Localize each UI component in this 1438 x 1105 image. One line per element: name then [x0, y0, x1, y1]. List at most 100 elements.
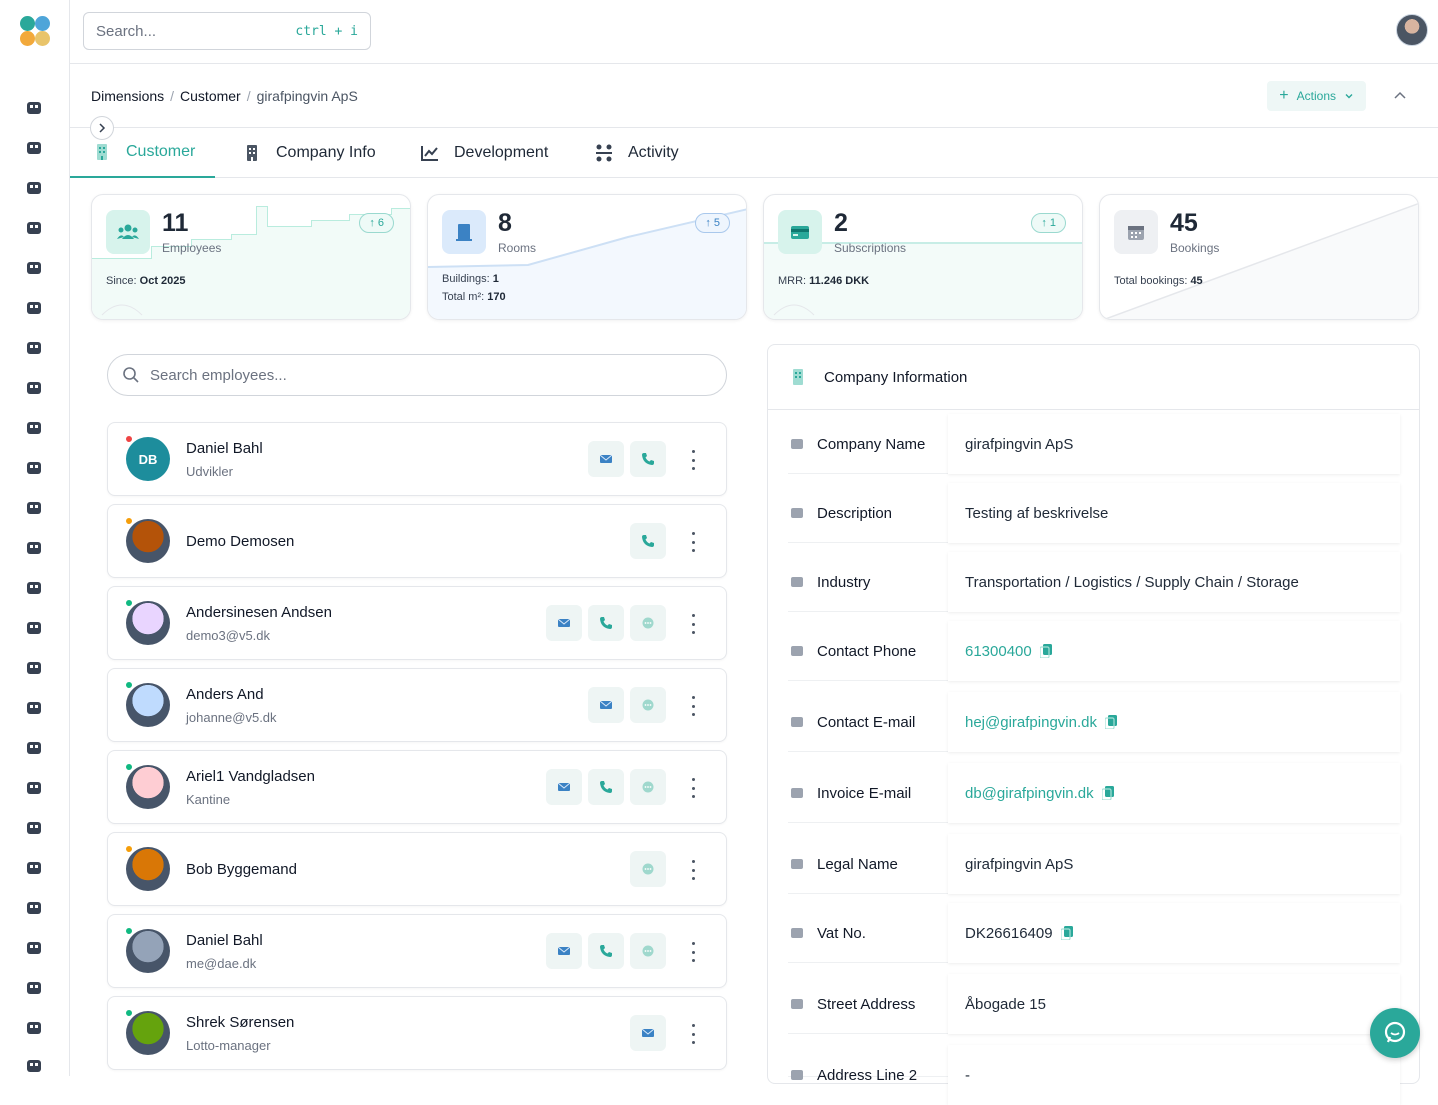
map-icon[interactable]	[22, 656, 46, 680]
info-value[interactable]: 61300400	[948, 621, 1400, 681]
employee-card[interactable]: Andersinesen Andsen demo3@v5.dk	[107, 586, 727, 660]
stat-card-rooms[interactable]: 8 Rooms ↑ 5 Buildings: 1 Total m²: 170	[427, 194, 747, 320]
grid-icon[interactable]	[22, 496, 46, 520]
info-value-text: DK26616409	[965, 924, 1053, 942]
receipt-icon	[791, 928, 803, 938]
employee-avatar	[126, 929, 170, 973]
phone-button[interactable]	[588, 933, 624, 969]
more-options-icon[interactable]	[684, 450, 702, 470]
chat-button[interactable]	[630, 769, 666, 805]
tab-label: Activity	[628, 144, 679, 161]
more-options-icon[interactable]	[684, 942, 702, 962]
info-row: Address Line 2 -	[788, 1045, 1400, 1105]
info-value-text[interactable]: db@girafpingvin.dk	[965, 785, 1094, 802]
checklist-icon[interactable]	[22, 1016, 46, 1040]
stat-card-employees[interactable]: 11 Employees ↑ 6 Since: Oct 2025	[91, 194, 411, 320]
more-options-icon[interactable]	[684, 1024, 702, 1044]
list-icon[interactable]	[22, 856, 46, 880]
calendar-icon[interactable]	[22, 456, 46, 480]
employee-search-input[interactable]: Search employees...	[107, 354, 727, 396]
users-icon[interactable]	[22, 136, 46, 160]
tab-company-info[interactable]: Company Info	[220, 128, 396, 178]
breadcrumb-item-customer[interactable]: Customer	[180, 88, 241, 104]
tab-activity[interactable]: Activity	[572, 128, 699, 178]
mail-button[interactable]	[546, 769, 582, 805]
connections-icon[interactable]	[22, 176, 46, 200]
user-settings-icon[interactable]	[22, 376, 46, 400]
stat-card-bookings[interactable]: 45 Bookings Total bookings: 45	[1099, 194, 1419, 320]
calendar-icon	[1114, 210, 1158, 254]
mail-button[interactable]	[588, 441, 624, 477]
info-value-text[interactable]: hej@girafpingvin.dk	[965, 714, 1097, 731]
more-options-icon[interactable]	[684, 860, 702, 880]
employee-card[interactable]: Bob Byggemand	[107, 832, 727, 906]
chat-button[interactable]	[1370, 1008, 1420, 1058]
user-avatar[interactable]	[1396, 14, 1428, 46]
phone-button[interactable]	[588, 605, 624, 641]
info-row: Invoice E-mail db@girafpingvin.dk	[788, 763, 1400, 823]
info-label: Vat No.	[788, 903, 866, 963]
more-options-icon[interactable]	[684, 778, 702, 798]
stat-card-subscriptions[interactable]: 2 Subscriptions ↑ 1 MRR: 11.246 DKK	[763, 194, 1083, 320]
office-icon	[247, 145, 257, 161]
employee-card[interactable]: Anders And johanne@v5.dk	[107, 668, 727, 742]
layers-icon[interactable]	[22, 736, 46, 760]
buildings-icon[interactable]	[22, 296, 46, 320]
info-value[interactable]: hej@girafpingvin.dk	[948, 692, 1400, 752]
copy-icon[interactable]	[1059, 926, 1073, 941]
global-search-input[interactable]: Search... ctrl + i	[83, 12, 371, 50]
office-icon[interactable]	[22, 576, 46, 600]
mail-button[interactable]	[588, 687, 624, 723]
breadcrumb-item-dimensions[interactable]: Dimensions	[91, 88, 164, 104]
more-options-icon[interactable]	[684, 532, 702, 552]
avatar-initials: DB	[138, 451, 158, 467]
people-icon[interactable]	[22, 336, 46, 360]
chat-button[interactable]	[630, 933, 666, 969]
employee-card[interactable]: Daniel Bahl me@dae.dk	[107, 914, 727, 988]
stat-meta: Since: Oct 2025	[106, 275, 186, 287]
more-options-icon[interactable]	[684, 696, 702, 716]
chat-button[interactable]	[630, 851, 666, 887]
printer-icon[interactable]	[22, 1056, 46, 1076]
phone-button[interactable]	[588, 769, 624, 805]
boxes-icon[interactable]	[22, 816, 46, 840]
building-icon[interactable]	[22, 256, 46, 280]
copy-icon[interactable]	[1101, 786, 1114, 801]
more-options-icon[interactable]	[684, 614, 702, 634]
hand-icon[interactable]	[22, 536, 46, 560]
employee-card[interactable]: DB Daniel Bahl Udvikler	[107, 422, 727, 496]
employee-card[interactable]: Shrek Sørensen Lotto-manager	[107, 996, 727, 1070]
info-value[interactable]: db@girafpingvin.dk	[948, 763, 1400, 823]
user-gear-icon[interactable]	[22, 936, 46, 960]
employee-card[interactable]: Demo Demosen	[107, 504, 727, 578]
puzzle-icon[interactable]	[22, 896, 46, 920]
info-value-text[interactable]: 61300400	[965, 643, 1032, 660]
collapse-button[interactable]	[1388, 84, 1412, 108]
dots-grid-icon[interactable]	[22, 776, 46, 800]
robot-icon[interactable]	[22, 216, 46, 240]
desk-icon[interactable]	[22, 616, 46, 640]
mail-button[interactable]	[546, 933, 582, 969]
app-logo[interactable]	[20, 16, 52, 48]
globe-icon[interactable]	[22, 696, 46, 720]
group-icon[interactable]	[22, 976, 46, 1000]
copy-icon[interactable]	[1104, 715, 1117, 730]
chat-button[interactable]	[630, 687, 666, 723]
mail-button[interactable]	[630, 1015, 666, 1051]
trend-badge: ↑ 5	[695, 213, 730, 233]
copy-icon[interactable]	[1039, 644, 1052, 659]
mail-button[interactable]	[546, 605, 582, 641]
truck-icon[interactable]	[22, 416, 46, 440]
chevron-up-icon	[1394, 91, 1406, 99]
tab-development[interactable]: Development	[398, 128, 568, 178]
expand-sidebar-button[interactable]	[90, 116, 114, 140]
info-value: Testing af beskrivelse	[948, 483, 1400, 543]
employee-card[interactable]: Ariel1 Vandgladsen Kantine	[107, 750, 727, 824]
phone-button[interactable]	[630, 441, 666, 477]
helicopter-icon[interactable]	[22, 96, 46, 120]
building-icon	[97, 144, 107, 160]
phone-button[interactable]	[630, 523, 666, 559]
actions-button[interactable]: + Actions	[1267, 81, 1366, 111]
info-row: Industry Transportation / Logistics / Sup…	[788, 552, 1400, 612]
chat-button[interactable]	[630, 605, 666, 641]
